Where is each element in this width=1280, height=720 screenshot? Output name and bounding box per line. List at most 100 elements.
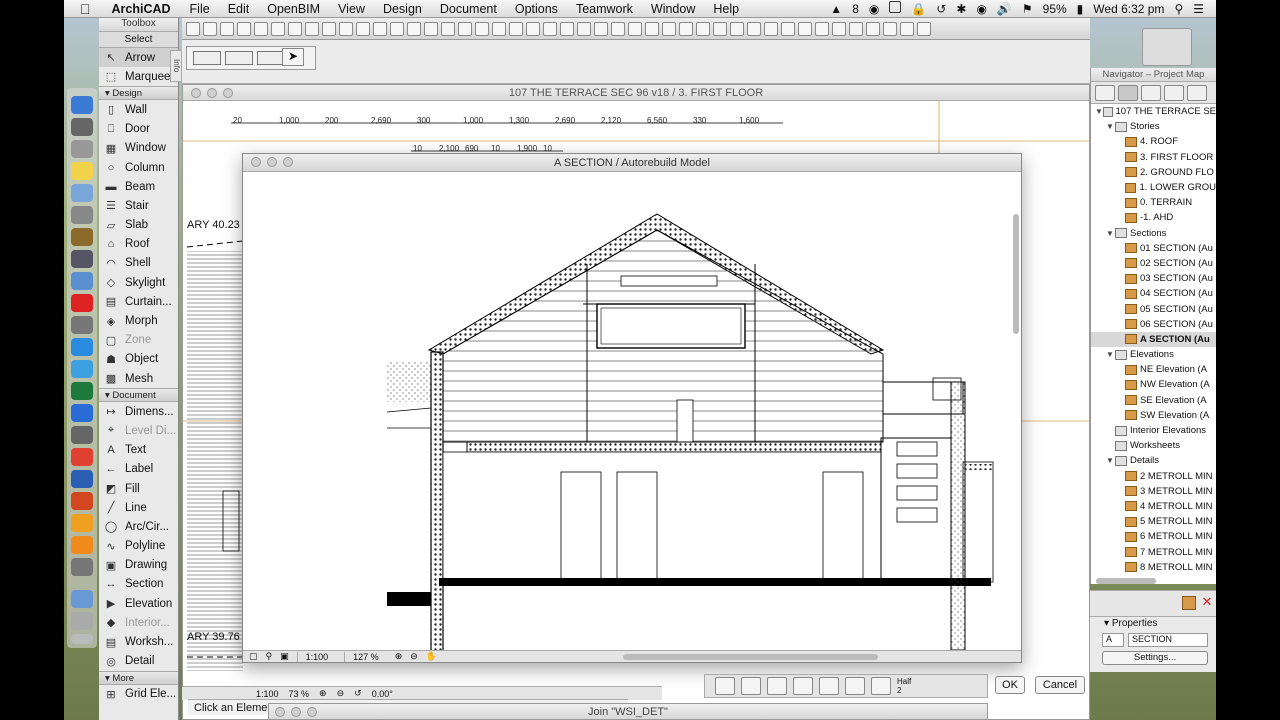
excel-icon[interactable] (71, 382, 93, 400)
status-count[interactable]: 8 (852, 2, 859, 16)
tool-slab[interactable]: ▱ Slab (99, 216, 178, 235)
tool-door[interactable]: ⎕ Door (99, 120, 178, 139)
toolbar-button-9[interactable] (322, 21, 336, 36)
tool-line[interactable]: ╱ Line (99, 498, 178, 517)
navigator-item[interactable]: ▼ Stories (1091, 119, 1216, 134)
navigator-item[interactable]: 3 METROLL MIN (1091, 484, 1216, 499)
toolbar-button-30[interactable] (679, 21, 693, 36)
toolbar-button-22[interactable] (543, 21, 557, 36)
section-vertical-scrollbar[interactable] (1013, 214, 1019, 334)
navigator-item[interactable]: 4 METROLL MIN (1091, 499, 1216, 514)
toolbar-button-39[interactable] (832, 21, 846, 36)
tool-arc-cir[interactable]: ◯ Arc/Cir... (99, 517, 178, 536)
toolbar-button-7[interactable] (288, 21, 302, 36)
view-map-tab[interactable] (1141, 84, 1161, 101)
tool-interior[interactable]: ◆ Interior... (99, 613, 178, 632)
flag-icon[interactable]: ⚑ (1022, 2, 1033, 16)
apple-menu-icon[interactable]:  (64, 1, 103, 17)
tool-morph[interactable]: ◈ Morph (99, 311, 178, 330)
property-id-field[interactable]: A (1102, 633, 1124, 647)
navigator-item[interactable]: 5 METROLL MIN (1091, 514, 1216, 529)
navigator-item[interactable]: 2. GROUND FLO (1091, 165, 1216, 180)
close-button[interactable] (191, 88, 201, 98)
toolbar-button-1[interactable] (186, 21, 200, 36)
safari-icon[interactable] (71, 360, 93, 378)
acrobat-icon[interactable] (71, 294, 93, 312)
toolbar-button-42[interactable] (883, 21, 897, 36)
tool-dimens[interactable]: ↦ Dimens... (99, 402, 178, 421)
menu-design[interactable]: Design (374, 2, 431, 16)
app-icon-20[interactable] (71, 514, 93, 532)
project-map-icon[interactable] (1142, 28, 1192, 66)
navigator-item[interactable]: SW Elevation (A (1091, 408, 1216, 423)
snap-guides-button[interactable] (715, 677, 735, 695)
navigator-item[interactable]: 0. TERRAIN (1091, 195, 1216, 210)
tool-zone[interactable]: ▢ Zone (99, 331, 178, 350)
layout-icon[interactable]: ▣ (280, 651, 289, 662)
section-horizontal-scrollbar[interactable] (623, 654, 878, 660)
navigator-item[interactable]: 6 METROLL MIN (1091, 529, 1216, 544)
toolbar-button-33[interactable] (730, 21, 744, 36)
arrow-tool-icon[interactable]: ➤ (282, 48, 304, 66)
photos-icon[interactable] (71, 184, 93, 202)
bluetooth-icon[interactable]: ✱ (956, 2, 966, 16)
navigator-item[interactable]: 05 SECTION (Au (1091, 301, 1216, 316)
toolbar-button-11[interactable] (356, 21, 370, 36)
toolbar-button-18[interactable] (475, 21, 489, 36)
menu-options[interactable]: Options (506, 2, 567, 16)
publisher-tab[interactable] (1187, 84, 1207, 101)
toolbar-button-37[interactable] (798, 21, 812, 36)
info-box-toggle[interactable]: Info (170, 50, 182, 82)
navigator-item[interactable]: ▼ Details (1091, 453, 1216, 468)
join-window-titlebar[interactable]: Join "WSI_DET" (268, 703, 988, 720)
tool-section[interactable]: ↔ Section (99, 575, 178, 594)
app-icon-16[interactable] (71, 426, 93, 444)
preview-icon[interactable] (71, 272, 93, 290)
pan-icon[interactable]: ✋ (426, 651, 437, 662)
rotate-icon[interactable]: ↺ (354, 688, 362, 699)
toolbar-button-13[interactable] (390, 21, 404, 36)
disclosure-triangle-icon[interactable]: ▼ (1095, 107, 1103, 116)
battery-percent[interactable]: 95% (1043, 2, 1067, 16)
clock[interactable]: Wed 6:32 pm (1093, 2, 1164, 16)
menu-window[interactable]: Window (642, 2, 704, 16)
toolbar-button-34[interactable] (747, 21, 761, 36)
toolbar-button-3[interactable] (220, 21, 234, 36)
rocket-icon[interactable] (71, 140, 93, 158)
design-section[interactable]: ▾ Design (99, 86, 178, 101)
toolbar-button-14[interactable] (407, 21, 421, 36)
zoom-fit-icon[interactable]: ⚲ (266, 651, 273, 662)
chrome-icon[interactable] (71, 448, 93, 466)
zoom-button[interactable] (307, 707, 317, 717)
tool-mesh[interactable]: ▩ Mesh (99, 369, 178, 388)
plan-window-titlebar[interactable]: 107 THE TERRACE SEC 96 v18 / 3. FIRST FL… (183, 85, 1089, 101)
toolbar-button-44[interactable] (917, 21, 931, 36)
minimize-button[interactable] (291, 707, 301, 717)
special-snap-button[interactable] (793, 677, 813, 695)
finder-icon[interactable] (71, 96, 93, 114)
layout-book-tab[interactable] (1164, 84, 1184, 101)
navigator-item[interactable]: ▼ 107 THE TERRACE SE (1091, 104, 1216, 119)
toolbar-button-4[interactable] (237, 21, 251, 36)
tool-elevation[interactable]: ▶ Elevation (99, 594, 178, 613)
navigator-item[interactable]: -1. AHD (1091, 210, 1216, 225)
tool-roof[interactable]: ⌂ Roof (99, 235, 178, 254)
launchpad-icon[interactable] (71, 118, 93, 136)
navigator-item[interactable]: 03 SECTION (Au (1091, 271, 1216, 286)
toolbar-button-32[interactable] (713, 21, 727, 36)
toolbar-button-24[interactable] (577, 21, 591, 36)
tool-curtain[interactable]: ▤ Curtain... (99, 292, 178, 311)
app-icon-22[interactable] (71, 558, 93, 576)
geometry-method-2-button[interactable] (225, 51, 253, 65)
tool-grid-ele[interactable]: ⊞ Grid Ele... (99, 685, 178, 704)
section-window-titlebar[interactable]: A SECTION / Autorebuild Model (243, 154, 1021, 172)
navigator-item[interactable]: 04 SECTION (Au (1091, 286, 1216, 301)
tool-wall[interactable]: ▯ Wall (99, 100, 178, 119)
lock-icon[interactable]: 🔒 (911, 2, 926, 16)
powerpoint-icon[interactable] (71, 492, 93, 510)
toolbar-button-31[interactable] (696, 21, 710, 36)
toolbar-button-35[interactable] (764, 21, 778, 36)
section-drawing[interactable] (243, 172, 1011, 650)
ok-button[interactable]: OK (995, 676, 1025, 694)
plan-scale[interactable]: 1:100 (256, 689, 279, 699)
